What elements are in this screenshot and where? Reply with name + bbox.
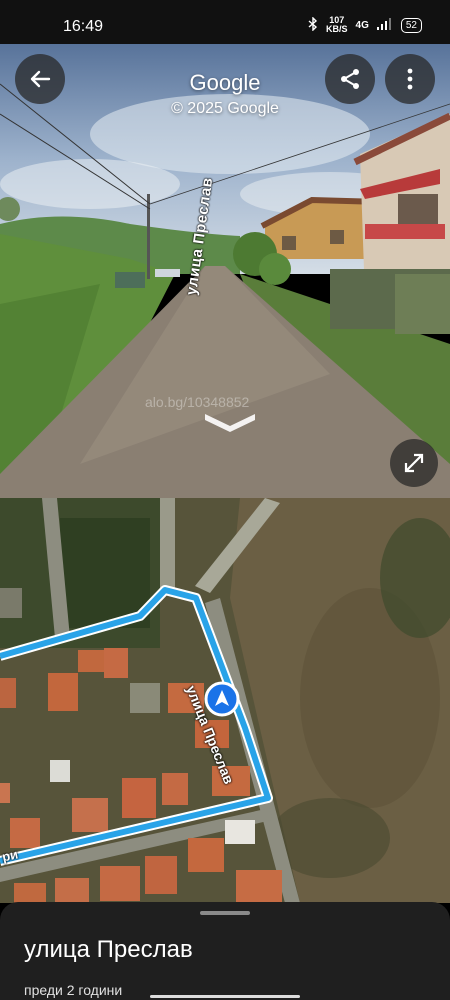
battery-indicator: 52	[400, 17, 422, 33]
watermark-text: alo.bg/10348852	[145, 394, 250, 410]
share-button[interactable]	[325, 54, 375, 104]
status-icons: 107 KB/S 4G 52	[308, 16, 422, 34]
more-vertical-icon	[407, 68, 413, 90]
network-speed: 107 KB/S	[326, 16, 348, 34]
expand-icon	[404, 453, 424, 473]
navigation-arrow-icon	[204, 681, 240, 717]
expand-button[interactable]	[390, 439, 438, 487]
place-name: улица Преслав	[24, 936, 193, 963]
bluetooth-icon	[308, 15, 318, 34]
location-pin[interactable]	[204, 681, 240, 717]
network-speed-unit: KB/S	[326, 24, 348, 34]
street-view-panorama[interactable]: Google © 2025 Google улица Преслав alo.b…	[0, 44, 450, 498]
google-title: Google	[189, 70, 261, 95]
drag-handle[interactable]	[200, 911, 250, 915]
status-bar: 16:49 107 KB/S 4G 52	[0, 0, 450, 44]
arrow-left-icon	[30, 70, 51, 88]
copyright-text: © 2025 Google	[171, 100, 279, 117]
share-icon	[341, 69, 359, 89]
network-type: 4G	[355, 19, 369, 31]
place-info-sheet[interactable]: улица Преслав преди 2 години	[0, 902, 450, 1000]
satellite-map[interactable]: улица Преслав ри	[0, 498, 450, 903]
signal-icon	[376, 17, 393, 33]
more-options-button[interactable]	[385, 54, 435, 104]
system-nav-handle[interactable]	[150, 995, 300, 998]
capture-date: преди 2 години	[24, 982, 123, 998]
back-button[interactable]	[15, 54, 65, 104]
status-time: 16:49	[63, 18, 104, 35]
